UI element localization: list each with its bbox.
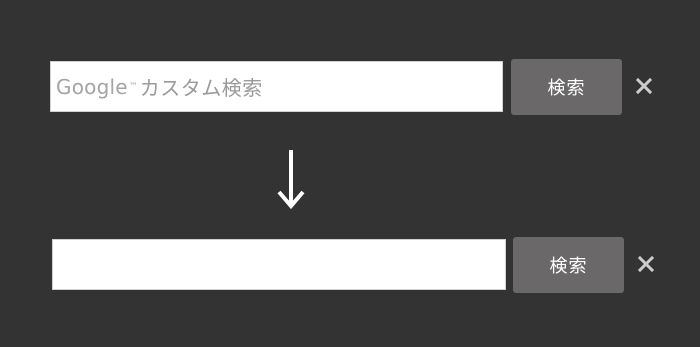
search-button[interactable]: 検索: [513, 237, 624, 293]
close-icon[interactable]: [636, 254, 656, 274]
trademark-symbol: ™: [128, 81, 138, 92]
search-bar-after: 検索: [52, 237, 672, 293]
search-placeholder-text: カスタム検索: [139, 76, 263, 100]
search-bar-before: Google ™ カスタム検索 検索: [50, 59, 670, 115]
page: { "before": { "brand": "Google", "tradem…: [0, 0, 700, 347]
search-input-with-placeholder[interactable]: Google ™ カスタム検索: [50, 61, 503, 112]
search-input-empty[interactable]: [52, 239, 506, 290]
google-brand-text: Google: [56, 74, 128, 99]
close-icon[interactable]: [634, 76, 654, 96]
search-button[interactable]: 検索: [511, 59, 622, 115]
down-arrow-icon: [277, 150, 305, 210]
